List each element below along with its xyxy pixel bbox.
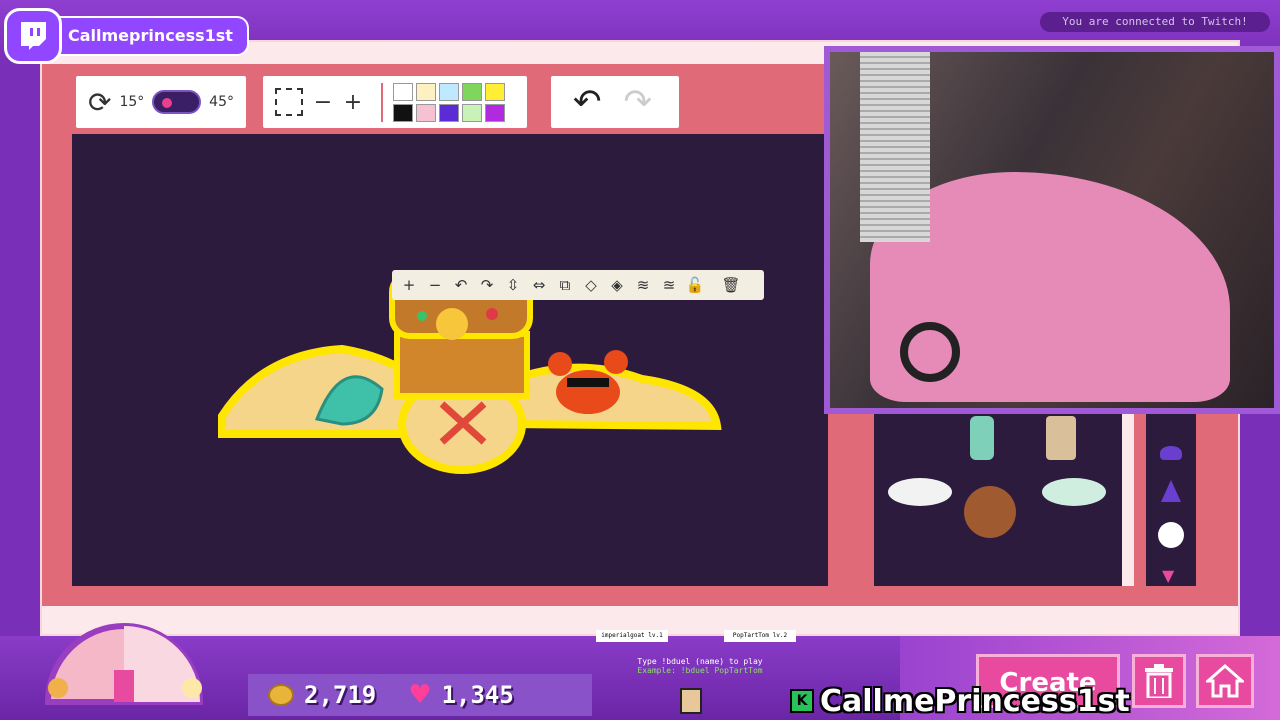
home-icon <box>1206 664 1244 698</box>
sticker-artwork[interactable] <box>72 134 828 586</box>
object-toolbar: + − ↶ ↷ ⇳ ⇔ ⧉ ◇ ◈ ≋ ≊ 🔓 🗑 <box>392 270 764 300</box>
pixel-avatar <box>680 688 702 714</box>
crab-body <box>556 370 620 414</box>
layer-down-icon[interactable]: ◈ <box>606 274 628 296</box>
lock-icon[interactable]: 🔓 <box>684 274 706 296</box>
green-tea-cup-item <box>1042 478 1106 506</box>
color-palette <box>381 82 505 122</box>
zoom-out-button[interactable]: − <box>313 90 333 115</box>
heart-count: 1,345 <box>441 681 514 709</box>
marquee-select-icon[interactable] <box>275 88 303 116</box>
gauge-sun-icon <box>48 678 68 698</box>
rotate-min-label: 15° <box>119 94 145 110</box>
rotation-toolbar: ⟳ 15° 45° <box>76 76 246 128</box>
currency-bar: 2,719 ♥ 1,345 <box>248 674 592 716</box>
rotate-max-label: 45° <box>209 94 234 110</box>
palette-swatch[interactable] <box>416 82 436 101</box>
coffee-pot-item <box>964 486 1016 538</box>
chest-gems <box>436 308 468 340</box>
item-picker-panel[interactable] <box>874 412 1122 586</box>
heart-icon: ♥ <box>408 680 432 710</box>
zoom-out-icon[interactable]: − <box>424 274 446 296</box>
palette-swatch[interactable] <box>439 103 459 122</box>
wizard-hat-icon[interactable] <box>1161 480 1181 502</box>
boba-tea-item <box>970 416 994 460</box>
coin-count: 2,719 <box>304 681 377 709</box>
rotate-icon[interactable]: ⟳ <box>88 86 111 119</box>
webcam-feed <box>830 52 1274 408</box>
streamer-name: Callmeprincess1st <box>56 16 249 56</box>
window-blinds <box>860 52 930 242</box>
duplicate-icon[interactable]: ⧉ <box>554 274 576 296</box>
white-circle-icon[interactable] <box>1158 522 1184 548</box>
trash-icon <box>1145 664 1173 698</box>
layer-up-icon[interactable]: ◇ <box>580 274 602 296</box>
kick-icon: K <box>790 689 814 713</box>
flip-vertical-icon[interactable]: ⇳ <box>502 274 524 296</box>
rotation-snap-toggle[interactable] <box>152 90 202 114</box>
zoom-in-button[interactable]: + <box>343 90 363 115</box>
trash-button[interactable] <box>1132 654 1186 708</box>
headphones-shape <box>900 322 960 382</box>
item-panel-scrollbar[interactable] <box>1122 412 1134 586</box>
coffee-cup-item <box>1046 416 1076 460</box>
palette-swatch[interactable] <box>485 82 505 101</box>
redo-icon[interactable]: ↷ <box>624 82 653 122</box>
undo-icon[interactable]: ↶ <box>573 82 602 122</box>
selection-toolbar: − + <box>263 76 527 128</box>
gauge-moon-icon <box>182 678 202 698</box>
rotate-left-icon[interactable]: ↶ <box>450 274 472 296</box>
drawing-canvas[interactable] <box>72 134 828 586</box>
crab-claw-left <box>548 352 572 376</box>
boost-gauge <box>38 612 210 712</box>
palette-swatch[interactable] <box>485 103 505 122</box>
palette-swatch[interactable] <box>416 103 436 122</box>
delete-icon[interactable]: 🗑 <box>720 274 742 296</box>
chest-body <box>394 331 530 399</box>
palette-swatch[interactable] <box>393 103 413 122</box>
chest-gem-red <box>486 308 498 320</box>
toggle-knob <box>162 98 173 108</box>
webcam-overlay <box>824 46 1280 414</box>
crab-claw-right <box>604 350 628 374</box>
duel-player-1: imperialgoat lv.1 <box>596 630 668 642</box>
duel-player-2: PopTartTom lv.2 <box>724 630 796 642</box>
tea-cup-item <box>888 478 952 506</box>
streamer-badge: Callmeprincess1st <box>4 8 249 64</box>
flip-horizontal-icon[interactable]: ⇔ <box>528 274 550 296</box>
send-back-icon[interactable]: ≊ <box>658 274 680 296</box>
witch-hat-icon[interactable] <box>1160 446 1182 460</box>
gauge-arrow-icon <box>114 670 134 702</box>
palette-swatch[interactable] <box>462 82 482 101</box>
duel-example: Example: !bduel PopTartTom <box>637 666 763 675</box>
kick-username: K CallmePrincess1st <box>790 683 1130 719</box>
chevron-down-icon[interactable]: ▼ <box>1162 568 1174 584</box>
chest-gem-green <box>417 311 427 321</box>
category-column[interactable]: ▼ <box>1146 412 1196 586</box>
duel-hint: Type !bduel (name) to play <box>637 657 763 666</box>
duel-instructions: Type !bduel (name) to play Example: !bdu… <box>600 657 800 675</box>
bring-front-icon[interactable]: ≋ <box>632 274 654 296</box>
coin-icon <box>268 684 294 706</box>
zoom-in-icon[interactable]: + <box>398 274 420 296</box>
kick-username-label: CallmePrincess1st <box>820 683 1130 719</box>
item-thumbnails[interactable] <box>874 412 1122 586</box>
connection-status: You are connected to Twitch! <box>1040 12 1270 32</box>
crab-sunglasses <box>567 378 609 387</box>
rotate-right-icon[interactable]: ↷ <box>476 274 498 296</box>
home-button[interactable] <box>1196 654 1254 708</box>
palette-swatch[interactable] <box>393 82 413 101</box>
palette-swatch[interactable] <box>462 103 482 122</box>
palette-swatch[interactable] <box>439 82 459 101</box>
twitch-icon <box>4 8 62 64</box>
history-toolbar: ↶ ↷ <box>551 76 679 128</box>
